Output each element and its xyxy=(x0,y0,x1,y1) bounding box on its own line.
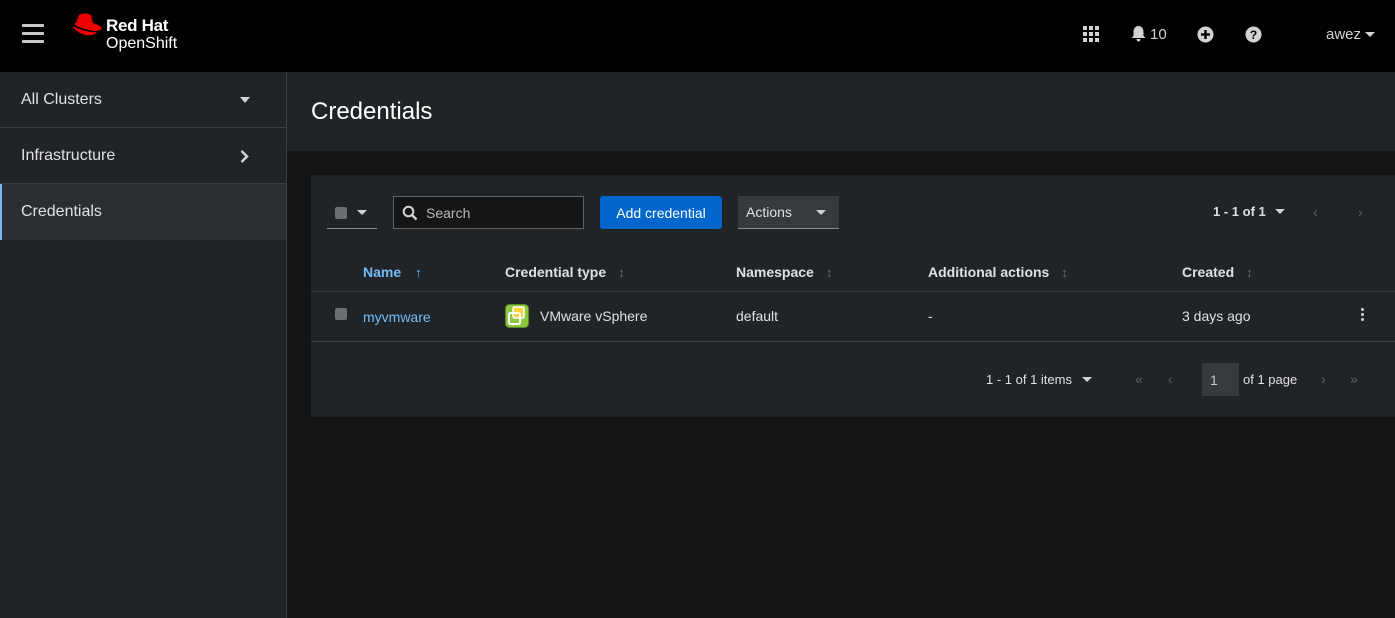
column-header-namespace[interactable]: Namespace ↕ xyxy=(736,264,832,280)
sort-icon: ↕ xyxy=(1061,264,1068,280)
sort-icon: ↕ xyxy=(618,264,625,280)
pagination-items-label: 1 - 1 of 1 items xyxy=(986,372,1072,387)
previous-page-icon[interactable]: ‹ xyxy=(1313,204,1318,220)
column-header-name[interactable]: Name ↑ xyxy=(363,264,422,280)
next-page-icon[interactable]: › xyxy=(1358,204,1363,220)
sidebar-item-label: Credentials xyxy=(21,203,102,220)
column-label: Name xyxy=(363,264,402,280)
sidebar-item-credentials[interactable]: Credentials xyxy=(0,184,286,240)
last-page-icon[interactable]: » xyxy=(1350,371,1358,387)
page-number-input[interactable] xyxy=(1202,363,1239,396)
caret-down-icon xyxy=(816,210,826,215)
red-hat-logo-icon xyxy=(73,13,102,36)
column-label: Created xyxy=(1182,264,1235,280)
divider xyxy=(311,291,1395,292)
sort-icon: ↕ xyxy=(825,264,833,280)
user-menu[interactable]: awez xyxy=(1326,22,1376,46)
sidebar-item-infrastructure[interactable]: Infrastructure xyxy=(0,128,286,184)
page-title: Credentials xyxy=(311,98,433,125)
next-page-icon[interactable]: › xyxy=(1321,371,1326,387)
help-icon[interactable]: ? xyxy=(1245,22,1262,46)
sidebar-item-label: All Clusters xyxy=(21,90,102,108)
caret-down-icon xyxy=(1274,209,1285,214)
actions-dropdown[interactable]: Actions xyxy=(738,196,839,229)
additional-actions: - xyxy=(928,308,933,324)
sort-icon: ↕ xyxy=(1246,264,1253,280)
search-input[interactable] xyxy=(426,204,576,221)
caret-down-icon xyxy=(1081,377,1092,382)
hamburger-icon[interactable] xyxy=(22,24,44,44)
page-header: Credentials xyxy=(287,72,1395,151)
vmware-vsphere-icon xyxy=(505,304,529,328)
caret-down-icon xyxy=(240,97,250,103)
product-name: OpenShift xyxy=(106,35,178,52)
credentials-table-card: Add credential Actions 1 - 1 of 1 ‹ › Na… xyxy=(311,175,1395,417)
actions-label: Actions xyxy=(746,204,792,220)
bell-icon xyxy=(1131,26,1146,42)
namespace: default xyxy=(736,308,779,324)
kebab-menu-icon[interactable] xyxy=(1358,308,1366,324)
page-count: of 1 page xyxy=(1243,372,1298,387)
caret-down-icon xyxy=(357,210,367,215)
credential-type: VMware vSphere xyxy=(540,308,648,324)
notifications-button[interactable]: 10 xyxy=(1131,22,1167,46)
column-label: Additional actions xyxy=(928,264,1050,280)
column-header-credential-type[interactable]: Credential type ↕ xyxy=(505,264,625,280)
brand-name: Red Hat xyxy=(106,16,169,35)
previous-page-icon[interactable]: ‹ xyxy=(1168,371,1173,387)
column-label: Namespace xyxy=(736,264,814,280)
bulk-select-checkbox[interactable] xyxy=(335,206,347,219)
svg-text:?: ? xyxy=(1250,28,1257,42)
user-name: awez xyxy=(1326,25,1362,43)
column-label: Credential type xyxy=(505,264,607,280)
bulk-select-dropdown[interactable] xyxy=(327,197,377,229)
pagination-top-toggle[interactable]: 1 - 1 of 1 xyxy=(1213,204,1285,219)
sidebar: All Clusters Infrastructure Credentials xyxy=(0,72,287,618)
plus-circle-icon[interactable] xyxy=(1197,22,1214,46)
caret-down-icon xyxy=(1365,31,1376,37)
column-header-additional-actions[interactable]: Additional actions ↕ xyxy=(928,264,1068,280)
created: 3 days ago xyxy=(1182,308,1251,324)
credential-name-link[interactable]: myvmware xyxy=(363,309,431,325)
search-box xyxy=(393,196,584,229)
app-launcher-icon[interactable] xyxy=(1083,22,1099,46)
red-hat-logo[interactable]: Red Hat OpenShift xyxy=(70,13,210,57)
notification-count: 10 xyxy=(1150,25,1167,43)
pagination-range: 1 - 1 of 1 xyxy=(1213,204,1266,219)
sidebar-item-label: Infrastructure xyxy=(21,146,116,164)
chevron-right-icon xyxy=(240,150,249,163)
divider xyxy=(311,341,1395,342)
first-page-icon[interactable]: « xyxy=(1135,371,1143,387)
row-checkbox[interactable] xyxy=(335,308,347,320)
cluster-switcher[interactable]: All Clusters xyxy=(0,72,286,128)
sort-ascending-icon: ↑ xyxy=(415,264,422,280)
add-credential-button[interactable]: Add credential xyxy=(600,196,722,229)
masthead: Red Hat OpenShift 10 ? awez xyxy=(0,0,1395,72)
search-icon xyxy=(402,205,418,220)
column-header-created[interactable]: Created ↕ xyxy=(1182,264,1253,280)
pagination-items-toggle[interactable]: 1 - 1 of 1 items xyxy=(986,372,1092,387)
